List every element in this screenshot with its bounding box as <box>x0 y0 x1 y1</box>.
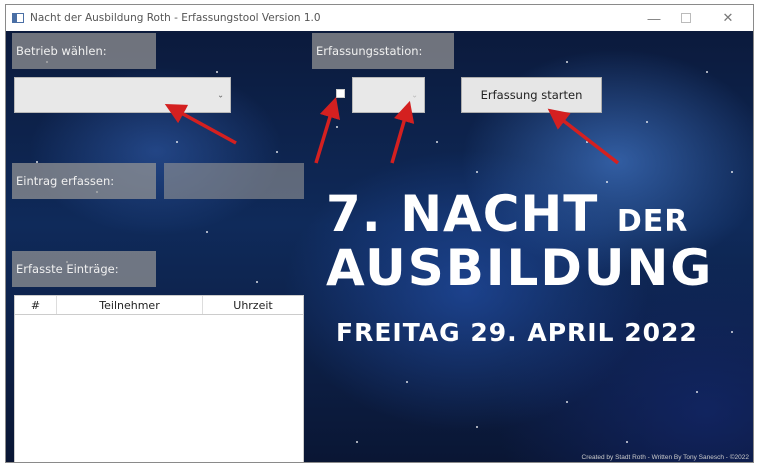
close-button[interactable]: ✕ <box>713 5 743 31</box>
betrieb-label: Betrieb wählen: <box>12 33 156 69</box>
minimize-button[interactable]: — <box>639 5 669 31</box>
column-header-participant[interactable]: Teilnehmer <box>57 296 203 314</box>
credits-text: Created by Stadt Roth - Written By Tony … <box>581 454 750 461</box>
station-dropdown[interactable]: ⌄ <box>352 77 425 113</box>
table-header: # Teilnehmer Uhrzeit <box>15 296 303 315</box>
betrieb-dropdown[interactable]: ⌄ <box>14 77 231 113</box>
station-label: Erfassungsstation: <box>312 33 454 69</box>
eintrag-label: Eintrag erfassen: <box>12 163 156 199</box>
poster-headline-der: DER <box>616 204 689 239</box>
chevron-down-icon: ⌄ <box>411 90 418 100</box>
column-header-number[interactable]: # <box>15 296 57 314</box>
maximize-icon <box>681 13 691 23</box>
entries-table: # Teilnehmer Uhrzeit <box>14 295 304 462</box>
poster-headline-1: 7. NACHT DER <box>326 189 688 239</box>
eintrag-input[interactable] <box>164 163 304 199</box>
main-area: Betrieb wählen: ⌄ Erfassungsstation: ⌄ E… <box>6 31 753 462</box>
column-header-time[interactable]: Uhrzeit <box>203 296 303 314</box>
app-window-icon <box>12 13 24 23</box>
start-capture-button[interactable]: Erfassung starten <box>461 77 602 113</box>
poster-headline-number: 7. NACHT <box>326 185 599 243</box>
app-window: Nacht der Ausbildung Roth - Erfassungsto… <box>5 4 754 463</box>
poster-headline-2: AUSBILDUNG <box>326 239 714 297</box>
station-checkbox[interactable] <box>336 89 345 98</box>
maximize-button[interactable] <box>671 5 701 31</box>
window-title: Nacht der Ausbildung Roth - Erfassungsto… <box>30 12 321 24</box>
title-bar: Nacht der Ausbildung Roth - Erfassungsto… <box>6 5 753 31</box>
poster-date: FREITAG 29. APRIL 2022 <box>336 318 698 347</box>
chevron-down-icon: ⌄ <box>217 90 224 100</box>
entries-label: Erfasste Einträge: <box>12 251 156 287</box>
